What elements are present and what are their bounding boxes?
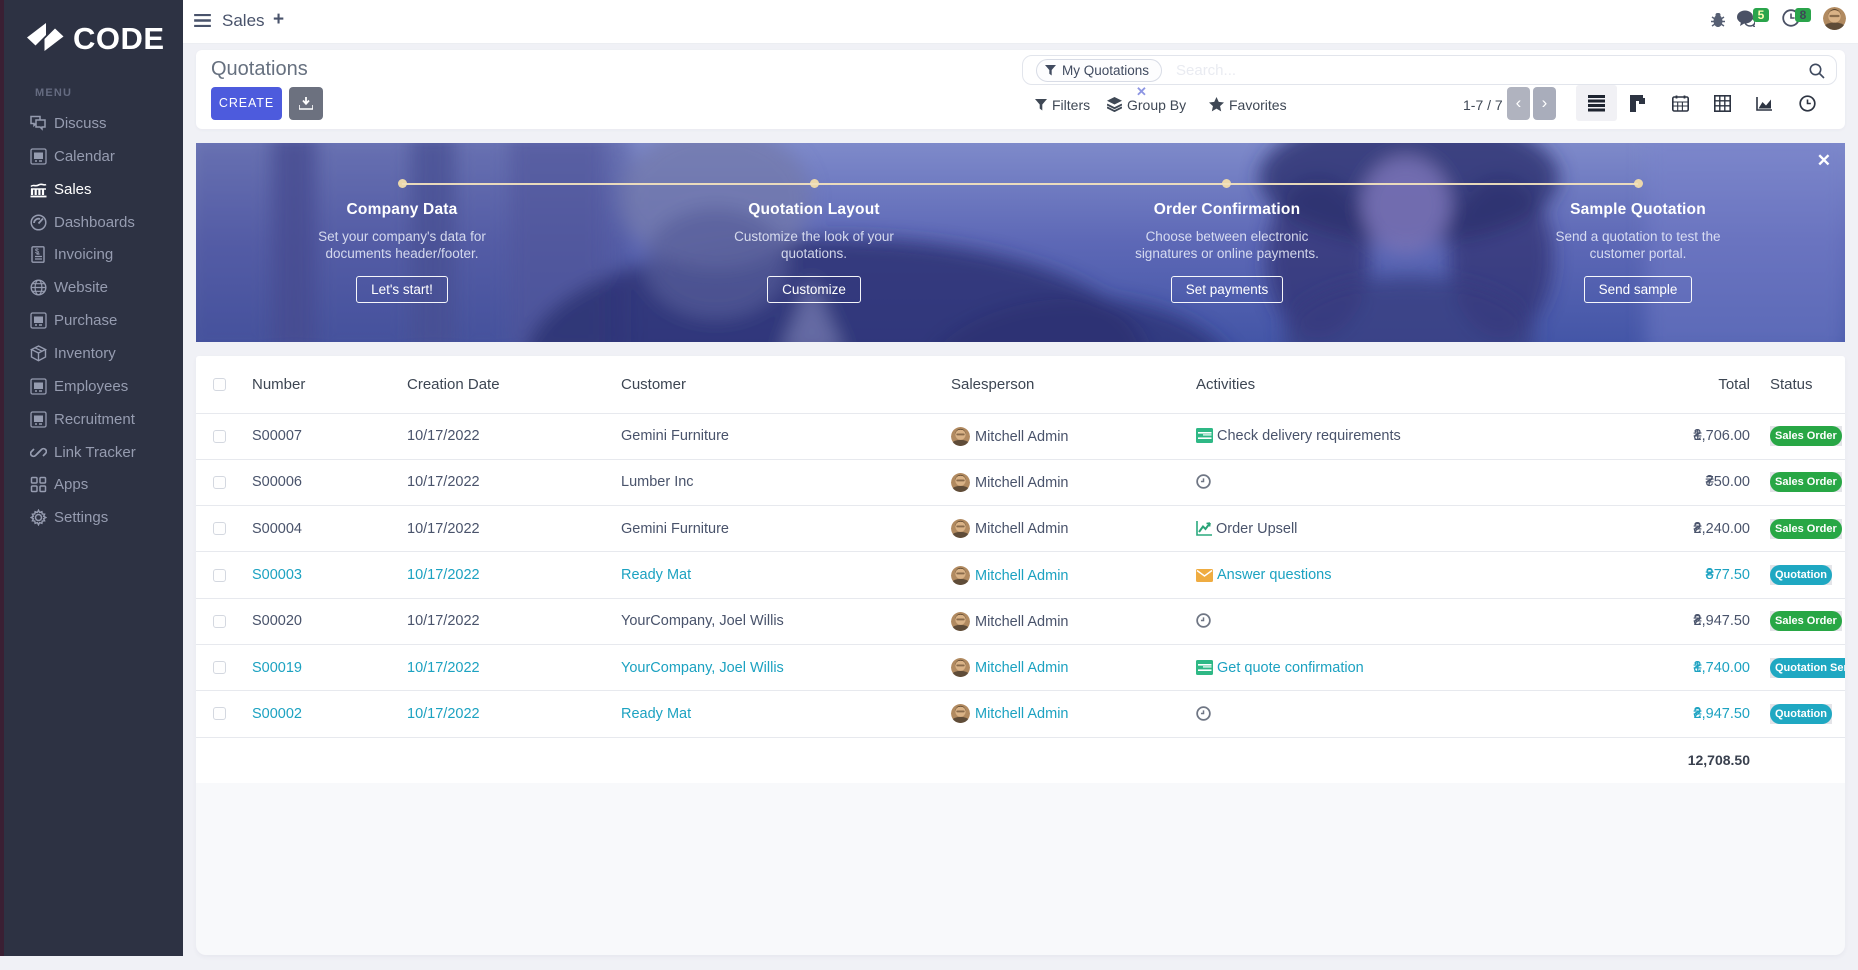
- svg-text:$: $: [35, 249, 39, 256]
